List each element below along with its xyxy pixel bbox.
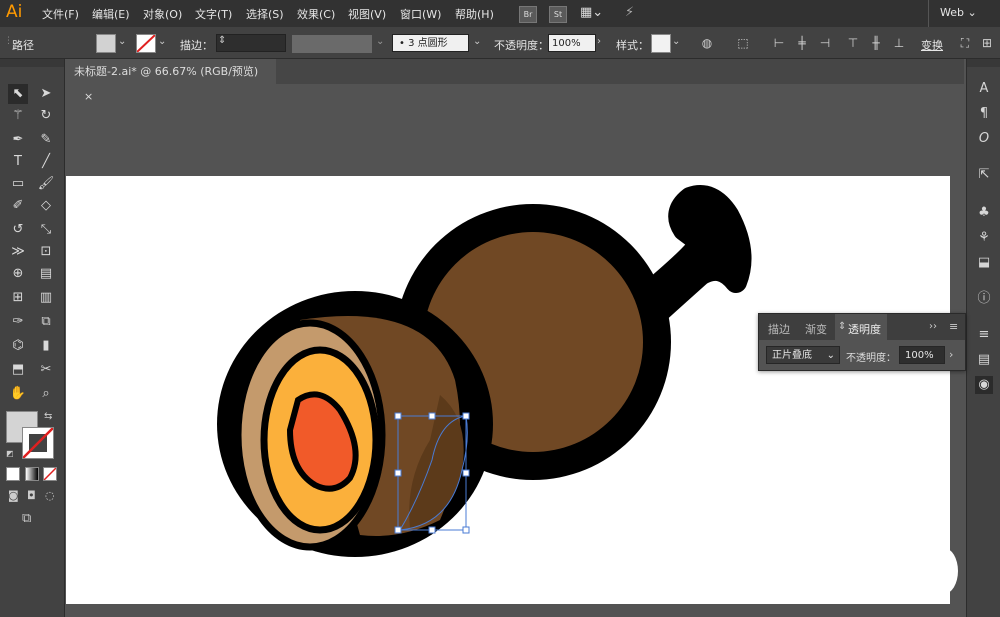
opacity-label: 不透明度： xyxy=(846,353,896,364)
handle-middle-left[interactable] xyxy=(394,469,402,477)
artwork xyxy=(217,185,752,557)
stepper-icon: ⇕ xyxy=(838,321,847,332)
partial-circle-shape xyxy=(930,548,958,594)
handle-top-right[interactable] xyxy=(462,412,470,420)
handle-top-left[interactable] xyxy=(394,412,402,420)
handle-top-center[interactable] xyxy=(428,412,436,420)
chevron-right-icon[interactable]: › xyxy=(949,348,953,361)
panel-tabs: 描边 渐变 ⇕ 透明度 ›› ≡ xyxy=(759,314,965,340)
blend-mode-value: 正片叠底 xyxy=(772,350,812,361)
blend-mode-dropdown[interactable]: 正片叠底 ⌄ xyxy=(766,346,840,364)
handle-bottom-right[interactable] xyxy=(462,526,470,534)
handle-bottom-left[interactable] xyxy=(394,526,402,534)
tab-transparency[interactable]: ⇕ 透明度 xyxy=(835,314,887,340)
transparency-panel: 描边 渐变 ⇕ 透明度 ›› ≡ 正片叠底 ⌄ 不透明度： 100% › xyxy=(758,313,966,371)
tab-gradient[interactable]: 渐变 xyxy=(805,321,827,337)
collapse-panel-icon[interactable]: ›› xyxy=(929,321,937,332)
opacity-input[interactable]: 100% xyxy=(899,346,945,364)
handle-bottom-center[interactable] xyxy=(428,526,436,534)
tab-stroke[interactable]: 描边 xyxy=(768,321,790,337)
chevron-down-icon: ⌄ xyxy=(826,350,835,361)
handle-middle-right[interactable] xyxy=(462,469,470,477)
tab-transparency-label: 透明度 xyxy=(848,323,881,336)
panel-menu-icon[interactable]: ≡ xyxy=(949,320,958,333)
